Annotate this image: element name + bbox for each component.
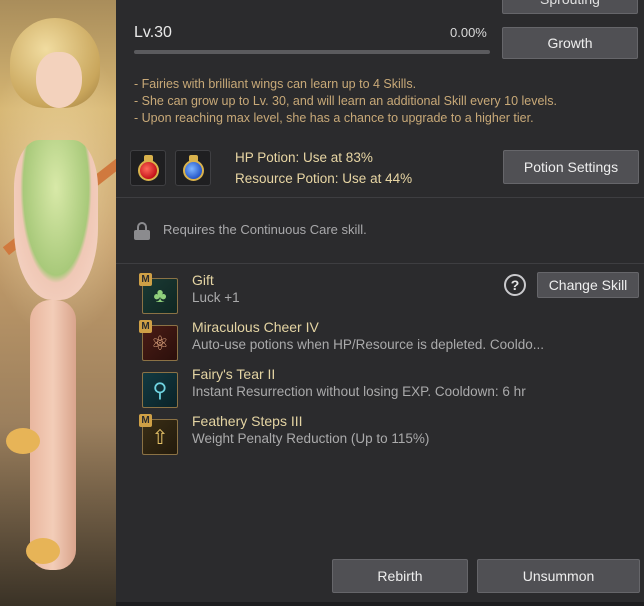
skill-miraculous-cheer[interactable]: ⚛ M Miraculous Cheer IV Auto-use potions… (139, 319, 622, 361)
skill-name: Gift (192, 272, 214, 288)
unsummon-button[interactable]: Unsummon (477, 559, 640, 593)
skill-name: Miraculous Cheer IV (192, 319, 319, 335)
resource-potion-text: Resource Potion: Use at 44% (235, 171, 413, 186)
hp-potion-icon (130, 150, 166, 186)
skill-fairys-tear[interactable]: ⚲ Fairy's Tear II Instant Resurrection w… (142, 366, 622, 408)
fairy-portrait (0, 0, 116, 606)
growth-button[interactable]: Growth (502, 27, 638, 59)
clover-icon: ♣ M (139, 273, 178, 314)
weight-icon: ⇧ M (139, 414, 178, 455)
skill-feathery-steps[interactable]: ⇧ M Feathery Steps III Weight Penalty Re… (139, 413, 622, 455)
skill-gift[interactable]: ♣ M Gift Luck +1 (139, 272, 622, 314)
tear-icon: ⚲ (142, 372, 178, 408)
sprouting-button[interactable]: Sprouting (502, 0, 638, 14)
mastery-badge: M (139, 273, 152, 286)
skill-name: Feathery Steps III (192, 413, 303, 429)
skill-desc: Luck +1 (192, 290, 240, 305)
mastery-badge: M (139, 320, 152, 333)
divider (116, 197, 644, 198)
description-line: - Fairies with brilliant wings can learn… (134, 77, 417, 91)
divider (116, 263, 644, 264)
fairy-panel: Sprouting Lv.30 0.00% Growth - Fairies w… (116, 0, 644, 606)
bottom-edge (116, 602, 644, 606)
skill-name: Fairy's Tear II (192, 366, 276, 382)
locked-skill-text: Requires the Continuous Care skill. (163, 222, 367, 237)
resource-potion-icon (175, 150, 211, 186)
mastery-badge: M (139, 414, 152, 427)
rebirth-button[interactable]: Rebirth (332, 559, 468, 593)
hp-potion-text: HP Potion: Use at 83% (235, 150, 373, 165)
exp-percent: 0.00% (450, 25, 487, 40)
potion-cheer-icon: ⚛ M (139, 320, 178, 361)
description-line: - She can grow up to Lv. 30, and will le… (134, 94, 557, 108)
description-line: - Upon reaching max level, she has a cha… (134, 111, 534, 125)
level-label: Lv.30 (134, 24, 172, 41)
skill-desc: Auto-use potions when HP/Resource is dep… (192, 337, 544, 352)
potion-settings-button[interactable]: Potion Settings (503, 150, 639, 184)
skill-desc: Instant Resurrection without losing EXP.… (192, 384, 526, 399)
fairy-description: - Fairies with brilliant wings can learn… (134, 76, 557, 127)
skill-desc: Weight Penalty Reduction (Up to 115%) (192, 431, 430, 446)
exp-bar (134, 50, 490, 54)
lock-icon (134, 222, 150, 240)
